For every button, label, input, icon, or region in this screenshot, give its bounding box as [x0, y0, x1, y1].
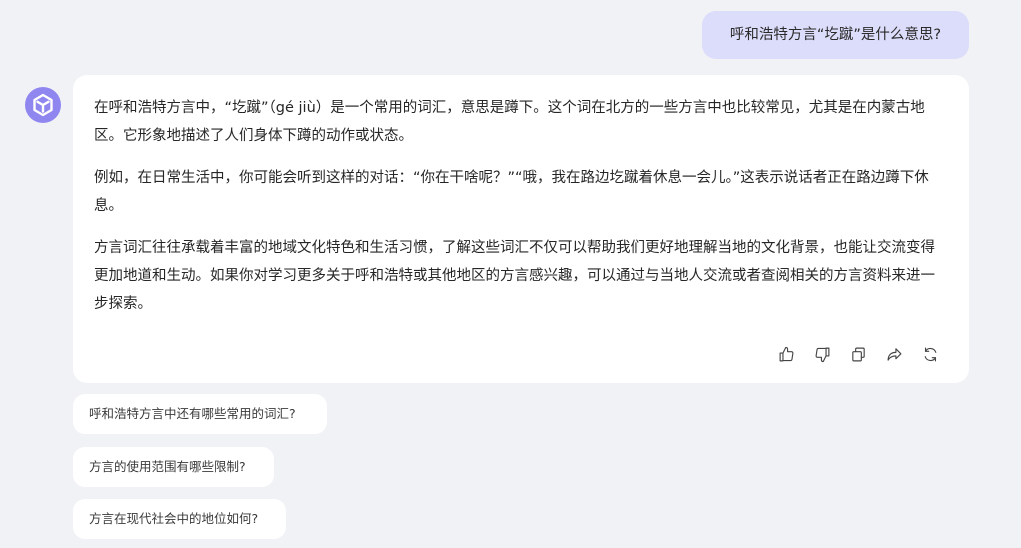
suggested-question[interactable]: 方言的使用范围有哪些限制?	[73, 447, 274, 487]
answer-toolbar	[775, 343, 941, 365]
user-message-bubble: 呼和浩特方言“圪蹴”是什么意思?	[702, 11, 969, 59]
thumbs-up-icon[interactable]	[775, 343, 797, 365]
user-message-text: 呼和浩特方言“圪蹴”是什么意思?	[729, 27, 942, 43]
suggested-question[interactable]: 呼和浩特方言中还有哪些常用的词汇?	[73, 394, 327, 434]
answer-paragraph: 例如，在日常生活中，你可能会听到这样的对话：“你在干啥呢？”“哦，我在路边圪蹴着…	[94, 170, 929, 214]
assistant-logo-icon	[25, 87, 61, 123]
assistant-answer-card: 在呼和浩特方言中，“圪蹴”（gé jiù）是一个常用的词汇，意思是蹲下。这个词在…	[73, 75, 969, 383]
suggested-question[interactable]: 方言在现代社会中的地位如何?	[73, 499, 286, 539]
regenerate-icon[interactable]	[919, 343, 941, 365]
answer-paragraph: 在呼和浩特方言中，“圪蹴”（gé jiù）是一个常用的词汇，意思是蹲下。这个词在…	[94, 100, 925, 144]
answer-paragraph: 方言词汇往往承载着丰富的地域文化特色和生活习惯，了解这些词汇不仅可以帮助我们更好…	[94, 240, 935, 312]
copy-icon[interactable]	[847, 343, 869, 365]
share-icon[interactable]	[883, 343, 905, 365]
thumbs-down-icon[interactable]	[811, 343, 833, 365]
